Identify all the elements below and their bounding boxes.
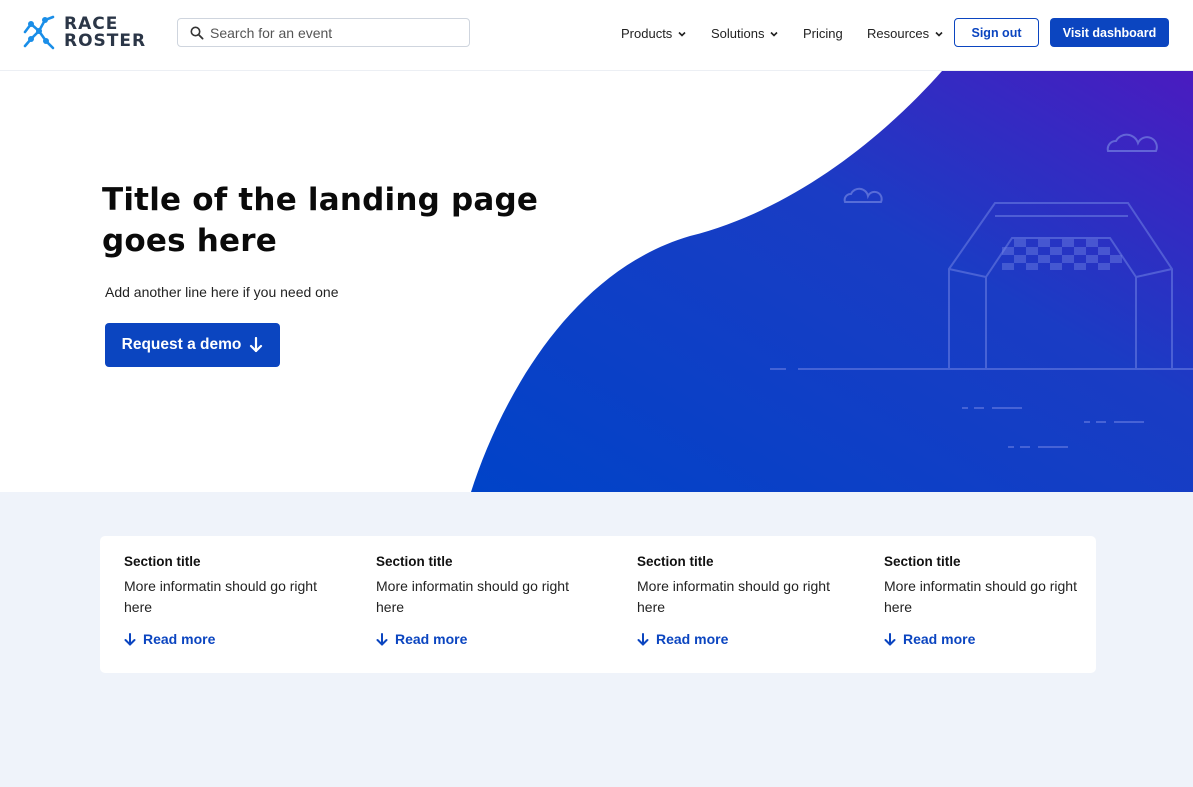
read-more-label: Read more [903, 631, 976, 647]
search-icon [190, 26, 204, 40]
chevron-down-icon [935, 31, 943, 37]
event-search-box[interactable] [177, 18, 470, 47]
section-description: More informatin should go right here [376, 578, 569, 615]
request-demo-button[interactable]: Request a demo [105, 323, 280, 367]
section-description: More informatin should go right here [884, 578, 1077, 615]
chevron-down-icon [770, 31, 779, 37]
arrow-down-icon [637, 632, 649, 645]
logo-line-2: ROSTER [64, 30, 147, 51]
info-column-4: Section title More informatin should go … [884, 554, 1084, 647]
hero-subtitle: Add another line here if you need one [105, 284, 339, 300]
arrow-down-icon [124, 632, 136, 645]
read-more-link[interactable]: Read more [637, 631, 847, 647]
search-input[interactable] [210, 24, 450, 41]
info-column-3: Section title More informatin should go … [637, 554, 847, 647]
nav-products[interactable]: Products [621, 26, 686, 41]
read-more-link[interactable]: Read more [124, 631, 324, 647]
nav-solutions-label: Solutions [711, 26, 765, 41]
nav-resources[interactable]: Resources [867, 26, 943, 41]
nav-pricing-label: Pricing [803, 26, 843, 41]
info-column-1: Section title More informatin should go … [124, 554, 324, 647]
read-more-link[interactable]: Read more [884, 631, 1084, 647]
top-header: RACE ROSTER Products Solutions Pricing R… [0, 0, 1193, 71]
section-title: Section title [884, 554, 961, 569]
race-roster-logo[interactable]: RACE ROSTER [22, 15, 146, 50]
arrow-down-icon [884, 632, 896, 645]
sign-out-button[interactable]: Sign out [954, 18, 1039, 47]
read-more-label: Read more [656, 631, 729, 647]
arrow-down-icon [376, 632, 388, 645]
hero-title: Title of the landing page goes here [102, 182, 539, 259]
section-title: Section title [637, 554, 714, 569]
request-demo-label: Request a demo [121, 336, 242, 353]
info-card: Section title More informatin should go … [100, 536, 1096, 673]
section-title: Section title [376, 554, 453, 569]
nav-resources-label: Resources [867, 26, 930, 41]
visit-dashboard-button[interactable]: Visit dashboard [1050, 18, 1169, 47]
nav-products-label: Products [621, 26, 673, 41]
read-more-label: Read more [143, 631, 216, 647]
hero-blue-shape [471, 71, 1193, 492]
nav-pricing[interactable]: Pricing [803, 26, 843, 41]
logo-mark-icon [23, 15, 55, 50]
chevron-down-icon [678, 31, 686, 37]
info-section: Section title More informatin should go … [0, 492, 1193, 787]
read-more-link[interactable]: Read more [376, 631, 576, 647]
logo-wordmark: RACE ROSTER [64, 13, 147, 51]
hero-illustration [471, 71, 1193, 492]
section-description: More informatin should go right here [124, 578, 317, 615]
logo-line-1: RACE [64, 13, 119, 34]
arrow-down-icon [250, 337, 263, 353]
nav-solutions[interactable]: Solutions [711, 26, 779, 41]
section-title: Section title [124, 554, 201, 569]
section-description: More informatin should go right here [637, 578, 830, 615]
info-column-2: Section title More informatin should go … [376, 554, 576, 647]
read-more-label: Read more [395, 631, 468, 647]
